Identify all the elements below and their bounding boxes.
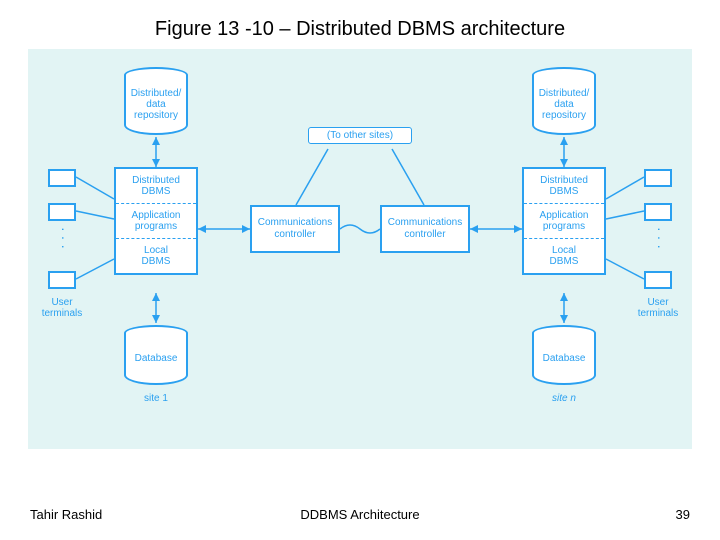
right-local-dbms: Local DBMS (524, 239, 604, 273)
left-terminal-dots: ··· (56, 227, 72, 253)
right-terminal-3 (644, 271, 672, 289)
left-apps: Application programs (116, 204, 196, 239)
to-other-sites-label: (To other sites) (308, 127, 412, 144)
left-terminals-label: User terminals (34, 297, 90, 319)
left-local-dbms: Local DBMS (116, 239, 196, 273)
right-terminal-1 (644, 169, 672, 187)
left-terminal-1 (48, 169, 76, 187)
right-terminal-2 (644, 203, 672, 221)
right-ddbms: Distributed DBMS (524, 169, 604, 204)
left-db-label: Database (124, 333, 188, 385)
diagram-canvas: Distributed/ data repository Distributed… (28, 49, 692, 449)
right-site-label: site n (532, 393, 596, 404)
left-site-label: site 1 (124, 393, 188, 404)
left-terminal-3 (48, 271, 76, 289)
right-terminal-dots: ··· (652, 227, 668, 253)
right-repo-label: Distributed/ data repository (532, 75, 596, 135)
right-comm-controller: Communications controller (380, 205, 470, 253)
left-terminal-2 (48, 203, 76, 221)
left-ddbms: Distributed DBMS (116, 169, 196, 204)
footer-author: Tahir Rashid (30, 507, 102, 522)
right-terminals-label: User terminals (630, 297, 686, 319)
slide-footer: Tahir Rashid DDBMS Architecture 39 (0, 507, 720, 522)
right-db-label: Database (532, 333, 596, 385)
figure-title: Figure 13 -10 – Distributed DBMS archite… (0, 0, 720, 49)
left-repo-label: Distributed/ data repository (124, 75, 188, 135)
left-stack: Distributed DBMS Application programs Lo… (114, 167, 198, 275)
footer-title: DDBMS Architecture (300, 507, 419, 522)
footer-page-number: 39 (676, 507, 690, 522)
right-stack: Distributed DBMS Application programs Lo… (522, 167, 606, 275)
left-comm-controller: Communications controller (250, 205, 340, 253)
right-apps: Application programs (524, 204, 604, 239)
